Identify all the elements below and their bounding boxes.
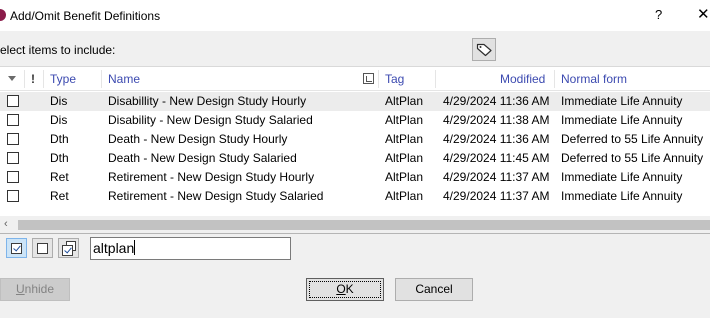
cell-tag: AltPlan (385, 170, 424, 184)
unhide-label: nhide (24, 282, 55, 296)
check-all-button[interactable] (6, 238, 27, 258)
benefit-definitions-grid: ! Type Name Tag Modified Normal form Dis… (0, 66, 710, 233)
filter-input-value: altplan (93, 240, 135, 256)
select-items-label: elect items to include: (0, 43, 116, 57)
select-column-dropdown-icon[interactable] (8, 76, 16, 81)
cell-name: Retirement - New Design Study Hourly (108, 170, 315, 184)
cell-tag: AltPlan (385, 189, 424, 203)
filter-bar: altplan (0, 233, 710, 261)
cell-name: Retirement - New Design Study Salaried (108, 189, 324, 203)
cell-name: Disabillity - New Design Study Hourly (108, 94, 307, 108)
text-caret (134, 240, 136, 255)
cell-type: Dth (50, 132, 69, 146)
column-header-flag[interactable]: ! (31, 67, 35, 91)
cell-type: Dis (50, 94, 68, 108)
cell-normal-form: Immediate Life Annuity (561, 170, 683, 184)
check-all-icon (11, 243, 22, 254)
cell-normal-form: Immediate Life Annuity (561, 189, 683, 203)
cell-modified: 4/29/2024 11:38 AM (443, 113, 550, 127)
table-row[interactable]: Ret Retirement - New Design Study Salari… (0, 187, 710, 206)
column-header-tag[interactable]: Tag (385, 67, 404, 91)
close-button[interactable]: ✕ (697, 5, 710, 23)
cell-name: Death - New Design Study Salaried (108, 151, 297, 165)
cell-tag: AltPlan (385, 113, 424, 127)
cell-tag: AltPlan (385, 132, 424, 146)
window-title: Add/Omit Benefit Definitions (10, 9, 161, 23)
row-checkbox[interactable] (7, 133, 19, 145)
cell-type: Ret (50, 189, 69, 203)
cell-type: Ret (50, 170, 69, 184)
ok-label: K (345, 282, 354, 296)
column-header-normal-form[interactable]: Normal form (561, 67, 627, 91)
cell-name: Death - New Design Study Hourly (108, 132, 288, 146)
title-bar: Add/Omit Benefit Definitions ? ✕ (0, 0, 710, 31)
cell-modified: 4/29/2024 11:37 AM (443, 170, 550, 184)
row-checkbox[interactable] (7, 152, 19, 164)
table-row[interactable]: Dis Disabillity - New Design Study Hourl… (0, 92, 710, 111)
table-row[interactable]: Dth Death - New Design Study Hourly AltP… (0, 130, 710, 149)
unhide-button[interactable]: Unhide (0, 278, 70, 301)
row-checkbox[interactable] (7, 95, 19, 107)
grid-header: ! Type Name Tag Modified Normal form (0, 67, 710, 91)
toggle-checked-icon (62, 245, 73, 256)
row-checkbox[interactable] (7, 171, 19, 183)
column-header-modified[interactable]: Modified (500, 67, 545, 91)
column-header-name[interactable]: Name (108, 67, 140, 91)
cell-normal-form: Deferred to 55 Life Annuity (561, 151, 704, 165)
cell-modified: 4/29/2024 11:36 AM (443, 94, 550, 108)
ok-button[interactable]: OK (306, 278, 384, 301)
cell-modified: 4/29/2024 11:36 AM (443, 132, 550, 146)
filter-input[interactable]: altplan (90, 237, 291, 260)
cell-normal-form: Deferred to 55 Life Annuity (561, 132, 704, 146)
ok-focus-rect: OK (309, 281, 381, 298)
help-button[interactable]: ? (655, 7, 662, 22)
cell-name: Disability - New Design Study Salaried (108, 113, 313, 127)
scrollbar-thumb[interactable] (18, 220, 710, 230)
horizontal-scrollbar[interactable]: ‹ (0, 216, 710, 233)
table-row[interactable]: Dis Disability - New Design Study Salari… (0, 111, 710, 130)
column-filter-icon[interactable] (363, 73, 374, 84)
cell-modified: 4/29/2024 11:45 AM (443, 151, 550, 165)
cell-normal-form: Immediate Life Annuity (561, 113, 683, 127)
uncheck-all-icon (37, 243, 48, 254)
tag-button[interactable] (472, 38, 496, 61)
table-row[interactable]: Ret Retirement - New Design Study Hourly… (0, 168, 710, 187)
cell-normal-form: Immediate Life Annuity (561, 94, 683, 108)
tag-icon (476, 43, 492, 57)
cell-tag: AltPlan (385, 94, 424, 108)
cell-tag: AltPlan (385, 151, 424, 165)
table-row[interactable]: Dth Death - New Design Study Salaried Al… (0, 149, 710, 168)
cell-type: Dth (50, 151, 69, 165)
cancel-button[interactable]: Cancel (395, 278, 473, 301)
toggle-checked-button[interactable] (58, 238, 79, 258)
cell-type: Dis (50, 113, 68, 127)
row-checkbox[interactable] (7, 114, 19, 126)
uncheck-all-button[interactable] (32, 238, 53, 258)
cell-modified: 4/29/2024 11:37 AM (443, 189, 550, 203)
column-header-type[interactable]: Type (50, 67, 76, 91)
scroll-left-icon[interactable]: ‹ (4, 218, 8, 230)
unhide-accelerator: U (15, 282, 25, 296)
app-icon (0, 9, 6, 21)
ok-accelerator: O (336, 282, 346, 296)
row-checkbox[interactable] (7, 190, 19, 202)
